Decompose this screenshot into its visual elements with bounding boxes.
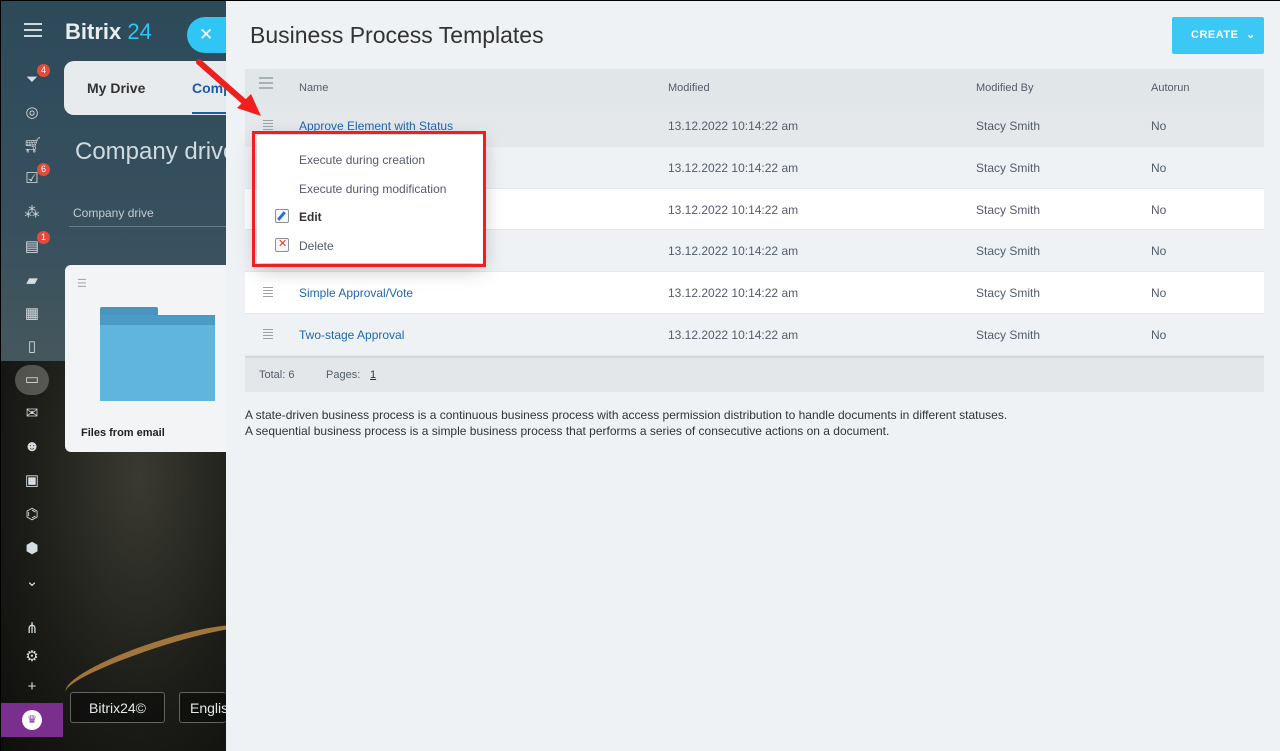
contact-card-icon[interactable]: ▣ (23, 472, 41, 490)
filter-icon[interactable]: ⏷ 4 (23, 64, 50, 89)
drag-handle-icon[interactable]: ☰ (77, 277, 87, 290)
modified-by: Stacy Smith (976, 160, 1041, 175)
left-menu-bar: ⏷ 4 ◎ 🛒︎ ☑ 6 ⁂ ▤ 1 ▰ ▦ ▯ ▭ ✉ ☻ ▣ ⌬ ⬢ ⌄ ⋔ ⚙ … (1, 1, 63, 751)
employees-icon[interactable]: ☻ (23, 438, 41, 456)
more-icon[interactable]: ⌄ (23, 573, 41, 591)
language-selector[interactable]: Englis (179, 692, 228, 723)
create-button[interactable]: CREATE ⌄ (1172, 17, 1264, 54)
column-autorun[interactable]: Autorun (1151, 82, 1190, 94)
robot-icon[interactable]: ⌬ (23, 506, 41, 524)
page-title: Business Process Templates (250, 22, 544, 48)
grid-footer: Total: 6 Pages: 1 (245, 355, 1264, 392)
tasks-icon[interactable]: ☑ 6 (23, 163, 50, 188)
modified-by: Stacy Smith (976, 202, 1041, 217)
row-menu-icon[interactable] (263, 287, 273, 299)
row-menu-icon[interactable] (263, 328, 273, 341)
table-row[interactable]: Two-stage Approval 13.12.2022 10:14:22 a… (245, 313, 1264, 356)
bitrix24-footer-button[interactable]: Bitrix24© (70, 692, 165, 723)
template-name-link[interactable]: Simple Approval/Vote (299, 286, 413, 300)
calendar-icon[interactable]: ▦ (23, 305, 41, 323)
autorun-value: No (1151, 160, 1167, 175)
template-name-link[interactable]: Two-stage Approval (299, 328, 404, 342)
hamburger-menu-icon[interactable] (24, 23, 42, 37)
crown-icon: ♛ (22, 710, 42, 730)
autorun-value: No (1151, 327, 1167, 342)
box-icon[interactable]: ⬢ (23, 540, 41, 558)
filter-badge: 4 (36, 64, 50, 77)
modified-date: 13.12.2022 10:14:22 am (668, 202, 799, 217)
autorun-value: No (1151, 202, 1167, 217)
close-icon: ✕ (199, 25, 214, 44)
total-count: Total: 6 (259, 368, 295, 381)
chat-icon[interactable]: ▰ (23, 272, 41, 290)
feed-badge: 1 (36, 231, 50, 244)
pages-label: Pages: (326, 368, 361, 381)
divider (69, 226, 226, 227)
folder-card[interactable]: ☰ Files from email (65, 265, 226, 452)
modified-by: Stacy Smith (976, 286, 1041, 301)
mail-icon[interactable]: ✉ (23, 405, 41, 423)
chevron-down-icon: ⌄ (1246, 29, 1256, 41)
modified-date: 13.12.2022 10:14:22 am (668, 286, 799, 301)
tab-my-drive[interactable]: My Drive (87, 80, 145, 96)
modified-date: 13.12.2022 10:14:22 am (668, 244, 799, 259)
folder-icon (100, 307, 215, 401)
description: A state-driven business process is a con… (245, 407, 1007, 439)
drive-title: Company drive (75, 138, 237, 165)
bitrix-logo[interactable]: Bitrix 24 (65, 19, 152, 45)
tasks-badge: 6 (36, 163, 50, 176)
sites-icon[interactable]: ⁂ (23, 204, 41, 222)
upgrade-button[interactable]: ♛ (1, 703, 63, 737)
highlight-box (252, 131, 486, 267)
column-modified-by[interactable]: Modified By (976, 82, 1033, 94)
document-icon[interactable]: ▯ (23, 338, 41, 356)
autorun-value: No (1151, 286, 1167, 301)
modified-date: 13.12.2022 10:14:22 am (668, 119, 799, 133)
settings-gear-icon[interactable]: ⚙ (23, 648, 41, 666)
folder-name: Files from email (81, 427, 165, 439)
grid-header: Name Modified Modified By Autorun (245, 69, 1264, 105)
modified-date: 13.12.2022 10:14:22 am (668, 327, 799, 342)
bp-templates-panel: Business Process Templates CREATE ⌄ Name… (226, 1, 1280, 751)
autorun-value: No (1151, 244, 1167, 259)
autorun-value: No (1151, 119, 1167, 133)
column-name[interactable]: Name (299, 82, 328, 94)
modified-date: 13.12.2022 10:14:22 am (668, 160, 799, 175)
target-icon[interactable]: ◎ (23, 104, 41, 122)
description-line: A state-driven business process is a con… (245, 408, 1008, 422)
sitemap-icon[interactable]: ⋔ (23, 620, 41, 638)
add-icon[interactable]: + (23, 678, 41, 696)
feed-icon[interactable]: ▤ 1 (23, 231, 50, 256)
cart-icon[interactable]: 🛒︎ (23, 137, 42, 155)
modified-by: Stacy Smith (976, 327, 1041, 342)
column-modified[interactable]: Modified (668, 82, 710, 94)
annotation-arrow (196, 59, 261, 116)
close-slider-button[interactable]: ✕ (187, 17, 231, 53)
page-link[interactable]: 1 (370, 369, 376, 381)
breadcrumb[interactable]: Company drive (73, 206, 154, 220)
modified-by: Stacy Smith (976, 119, 1041, 133)
modified-by: Stacy Smith (976, 244, 1041, 259)
description-line: A sequential business process is a simpl… (245, 424, 890, 438)
drive-icon[interactable]: ▭ (15, 365, 49, 395)
table-row[interactable]: Simple Approval/Vote 13.12.2022 10:14:22… (245, 272, 1264, 314)
